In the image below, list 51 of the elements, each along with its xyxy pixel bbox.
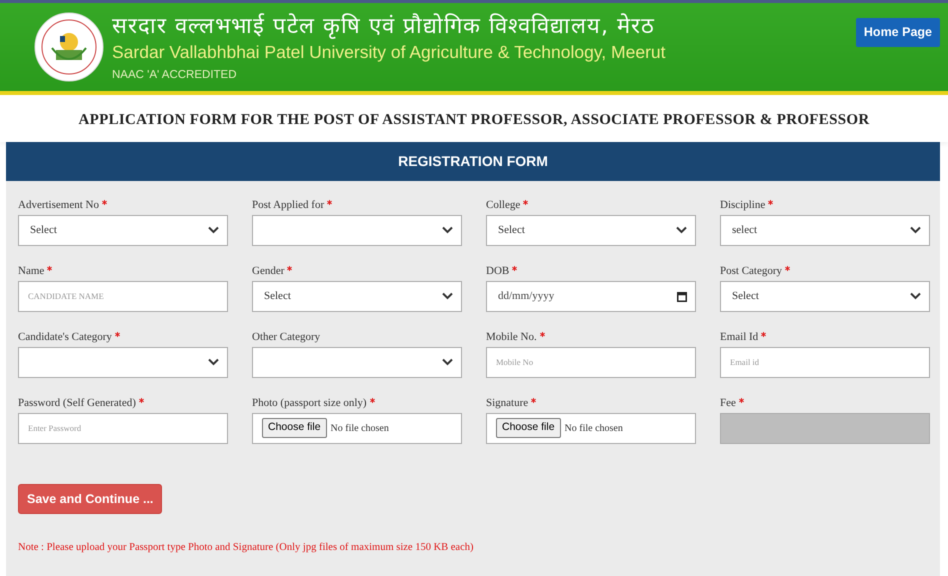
chevron-down-icon [208,358,219,366]
form-title: REGISTRATION FORM [6,142,940,180]
text-input-field[interactable]: CANDIDATE NAME [18,280,228,312]
field-label: Discipline [720,198,766,212]
field-label: Candidate's Category [18,330,112,344]
file-status-text: No file chosen [564,422,623,436]
accreditation-text: NAAC 'A' ACCREDITED [112,68,238,83]
field-label: Advertisement No [18,198,99,212]
calendar-icon[interactable] [677,290,687,302]
university-name: Sardar Vallabhbhai Patel University of Agriculture & Technology, Meerut [112,41,666,63]
chevron-down-icon [442,292,453,300]
field-label: Fee [720,396,736,410]
select-dropdown[interactable] [252,214,462,246]
field-label: Photo (passport size only) [252,396,367,410]
select-dropdown[interactable]: Select [18,214,228,246]
choose-file-button[interactable]: Choose file [496,418,561,438]
field-label: DOB [486,264,510,278]
field-label: Post Category [720,264,782,278]
university-name-hindi: सरदार वल्लभभाई पटेल कृषि एवं प्रौद्योगिक विश्वविद्यालय, मेरठ [112,13,656,41]
date-input-field[interactable]: dd/mm/yyyy [486,280,696,312]
chevron-down-icon [442,226,453,234]
choose-file-button[interactable]: Choose file [262,418,327,438]
field-label: Post Applied for [252,198,324,212]
field-label: Password (Self Generated) [18,396,136,410]
upload-note: Note : Please upload your Passport type Photo and Signature (Only jpg files of maximum size 150 KB each) [18,541,475,556]
select-dropdown[interactable]: select [720,214,930,246]
chevron-down-icon [676,226,687,234]
select-dropdown[interactable]: Select [720,280,930,312]
chevron-down-icon [910,226,921,234]
university-emblem-icon [34,12,104,82]
chevron-down-icon [208,226,219,234]
file-status-text: No file chosen [330,422,389,436]
field-label: Name [18,264,44,278]
field-label: Gender [252,264,284,278]
select-dropdown[interactable] [252,346,462,378]
chevron-down-icon [442,358,453,366]
chevron-down-icon [910,292,921,300]
page-title: APPLICATION FORM FOR THE POST OF ASSISTANT PROFESSOR, ASSOCIATE PROFESSOR & PROFESSOR [0,95,948,142]
save-and-continue-button[interactable]: Save and Continue ... [18,484,162,514]
text-input-field[interactable]: Mobile No [486,346,696,378]
field-label: College [486,198,520,212]
text-input-field[interactable]: Enter Password [18,412,228,444]
home-page-button[interactable]: Home Page [856,18,940,47]
text-input-field[interactable]: Email id [720,346,930,378]
select-dropdown[interactable]: Select [252,280,462,312]
field-label: Email Id [720,330,758,344]
select-dropdown[interactable] [18,346,228,378]
select-dropdown[interactable]: Select [486,214,696,246]
field-label: Other Category [252,330,320,344]
field-label: Signature [486,396,528,410]
field-label: Mobile No. [486,330,537,344]
